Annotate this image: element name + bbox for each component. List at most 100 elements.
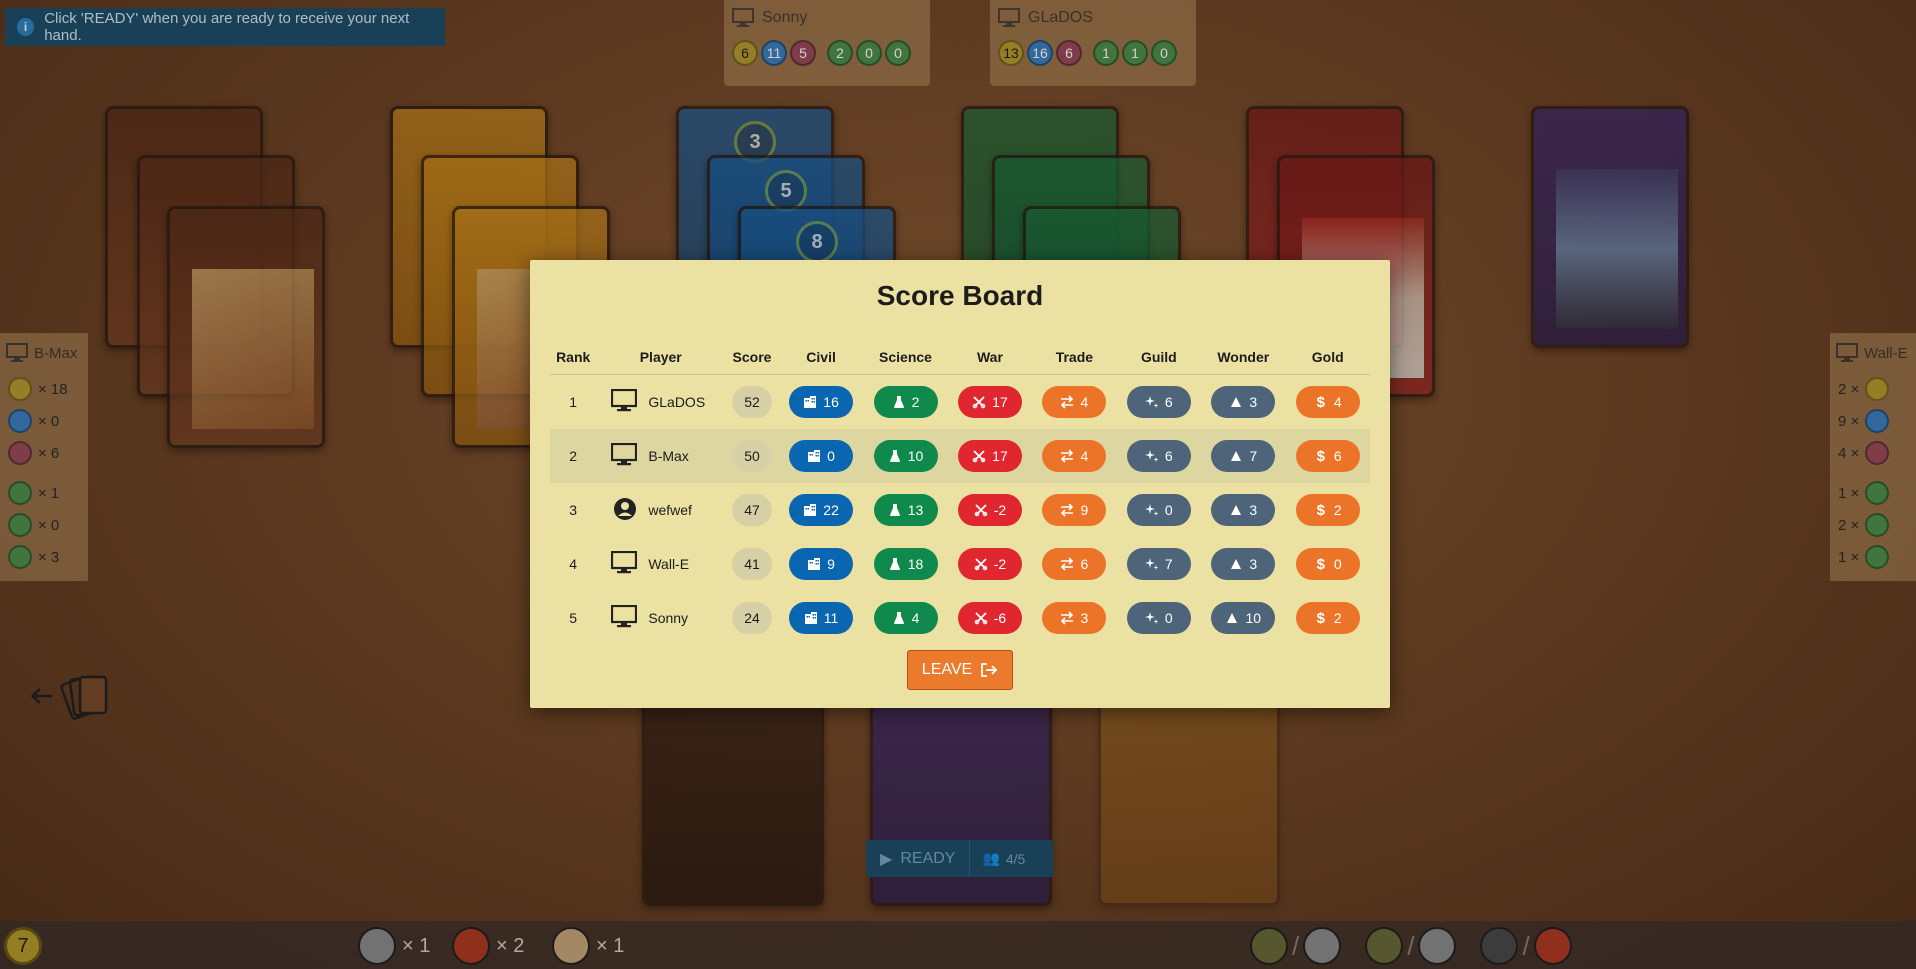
computer-icon bbox=[1836, 343, 1858, 362]
wonder-icon bbox=[1229, 449, 1243, 463]
wonder-badge: 3 bbox=[1211, 548, 1276, 580]
gold-icon: $ bbox=[1316, 447, 1325, 465]
civil-icon bbox=[807, 557, 821, 571]
trade-cell: 9 bbox=[1032, 483, 1116, 537]
score-cell: 24 bbox=[725, 591, 779, 645]
war-icon bbox=[1865, 441, 1890, 465]
table-row: 4 Wall-E 41 9 18 -2 6 7 3 $0 bbox=[550, 537, 1370, 591]
science-cell: 18 bbox=[863, 537, 947, 591]
opponent-panel-walle[interactable]: Wall-E 2 × 9 × 4 × 1 × 2 × 1 × bbox=[1830, 333, 1916, 581]
gold-icon: $ bbox=[1316, 555, 1325, 573]
civil-icon bbox=[803, 395, 817, 409]
science-icon bbox=[1865, 513, 1890, 537]
trade-cell: 6 bbox=[1032, 537, 1116, 591]
opponent-panel-bmax[interactable]: B-Max × 18 × 0 × 6 × 1 × 0 × 3 bbox=[0, 333, 88, 581]
trade-badge: 4 bbox=[1042, 440, 1107, 472]
science-token: 0 bbox=[885, 40, 911, 66]
col-civil: Civil bbox=[778, 340, 864, 375]
war-value: -2 bbox=[993, 502, 1007, 518]
table-row: 2 B-Max 50 0 10 17 4 6 7 $6 bbox=[550, 429, 1370, 483]
player-type-cell bbox=[596, 429, 639, 483]
separator-icon: / bbox=[1292, 930, 1300, 961]
leave-button[interactable]: LEAVE bbox=[907, 650, 1013, 690]
table-row: 5 Sonny 24 11 4 -6 3 0 10 $2 bbox=[550, 591, 1370, 645]
civil-value: 16 bbox=[823, 394, 839, 410]
guild-badge: 7 bbox=[1126, 548, 1191, 580]
science-cell: 10 bbox=[863, 429, 948, 483]
science-count: × 1 bbox=[38, 484, 60, 502]
wonder-value: 7 bbox=[1249, 448, 1258, 464]
civil-cell: 16 bbox=[779, 375, 863, 430]
coin-icon bbox=[1865, 377, 1890, 401]
trade-icon bbox=[1060, 395, 1074, 409]
score-table: Rank Player Score Civil Science War Trad… bbox=[550, 340, 1370, 645]
wonder-cell: 7 bbox=[1201, 429, 1286, 483]
trade-badge: 4 bbox=[1042, 386, 1107, 418]
score-cell: 50 bbox=[725, 429, 779, 483]
resource-clay: × 2 bbox=[452, 927, 524, 965]
civil-cell: 22 bbox=[779, 483, 863, 537]
gold-value: 6 bbox=[1333, 448, 1342, 464]
rank-cell: 3 bbox=[569, 502, 578, 518]
coin-icon: 7 bbox=[4, 927, 42, 965]
opponent-name: GLaDOS bbox=[1028, 9, 1093, 26]
users-icon: 👥 bbox=[982, 850, 1000, 866]
guild-badge: 6 bbox=[1126, 386, 1191, 418]
discard-pile-icon[interactable] bbox=[28, 674, 112, 731]
science-token: 1 bbox=[1093, 40, 1119, 66]
science-icon bbox=[888, 557, 902, 571]
civil-value: 11 bbox=[823, 610, 839, 626]
war-value: 17 bbox=[992, 448, 1008, 464]
col-player: Player bbox=[596, 340, 726, 375]
civil-badge: 22 bbox=[789, 494, 854, 526]
wonder-icon bbox=[1229, 503, 1243, 517]
war-value: -2 bbox=[993, 556, 1007, 572]
wonder-badge: 10 bbox=[1211, 602, 1276, 634]
col-gold: Gold bbox=[1285, 340, 1370, 375]
science-count: 1 × bbox=[1838, 548, 1860, 566]
score-badge: 52 bbox=[731, 386, 772, 418]
ore-icon bbox=[1250, 927, 1288, 965]
guild-badge: 0 bbox=[1126, 602, 1191, 634]
wonder-cell: 3 bbox=[1201, 483, 1285, 537]
war-value: 17 bbox=[992, 394, 1008, 410]
ready-count: 4/5 bbox=[1005, 850, 1026, 867]
war-cell: -6 bbox=[948, 591, 1032, 645]
science-icon bbox=[1865, 545, 1890, 569]
card bbox=[167, 206, 325, 448]
ready-button[interactable]: ▶ READY 👥 4/5 bbox=[866, 840, 1053, 877]
player-type-cell bbox=[596, 483, 638, 537]
science-icon bbox=[892, 395, 906, 409]
stone-icon bbox=[358, 927, 396, 965]
science-badge: 18 bbox=[873, 548, 938, 580]
guild-badge: 6 bbox=[1126, 440, 1191, 472]
guild-icon bbox=[1144, 557, 1159, 571]
table-row: 3 wefwef 47 22 13 -2 9 0 3 $2 bbox=[550, 483, 1370, 537]
war-value: -6 bbox=[993, 610, 1007, 626]
coin-token: 13 bbox=[998, 40, 1024, 66]
war-badge: -2 bbox=[957, 494, 1022, 526]
opponent-name: Wall-E bbox=[1864, 344, 1908, 362]
war-cell: -2 bbox=[948, 483, 1032, 537]
science-badge: 10 bbox=[873, 440, 938, 472]
computer-icon bbox=[611, 604, 638, 627]
coin-count: × 18 bbox=[38, 380, 68, 398]
science-icon bbox=[892, 611, 906, 625]
player-name-cell: wefwef bbox=[648, 502, 692, 518]
science-icon bbox=[8, 545, 32, 569]
war-badge: -6 bbox=[957, 602, 1022, 634]
score-badge: 50 bbox=[731, 440, 772, 472]
guild-value: 0 bbox=[1164, 502, 1173, 518]
civil-count: × 0 bbox=[38, 412, 60, 430]
guild-cell: 6 bbox=[1116, 429, 1202, 483]
player-type-cell bbox=[596, 375, 638, 430]
wonder-icon bbox=[1225, 611, 1239, 625]
war-icon bbox=[972, 395, 986, 409]
rank-cell: 2 bbox=[550, 429, 597, 483]
opponent-panel-glados[interactable]: GLaDOS 13 16 6 1 1 0 bbox=[990, 0, 1196, 86]
table-row: 1 GLaDOS 52 16 2 17 4 6 3 $4 bbox=[550, 375, 1370, 430]
computer-icon bbox=[732, 8, 754, 27]
col-score: Score bbox=[725, 340, 779, 375]
opponent-panel-sonny[interactable]: Sonny 6 11 5 2 0 0 bbox=[724, 0, 930, 86]
war-cell: 17 bbox=[947, 429, 1033, 483]
